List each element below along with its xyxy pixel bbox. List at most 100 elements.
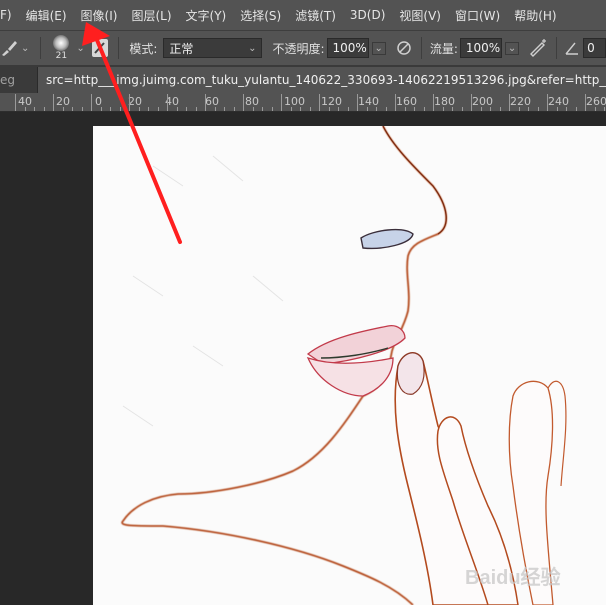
canvas-workspace[interactable]: Baidu经验: [0, 112, 606, 605]
mode-select[interactable]: 正常 ⌄: [163, 38, 263, 58]
airbrush-icon[interactable]: [528, 39, 548, 57]
document-tab-previous[interactable]: eg: [0, 67, 38, 93]
ruler-tick: [300, 107, 301, 111]
ruler-tick: [91, 94, 92, 111]
ruler-tick: [271, 107, 273, 111]
ruler-tick: [547, 94, 548, 111]
mode-label: 模式:: [129, 41, 158, 56]
ruler-label: 260: [586, 95, 606, 108]
ruler-tick: [328, 107, 330, 111]
angle-value: 0: [587, 41, 595, 55]
ruler-tick: [442, 107, 444, 111]
document-tab-active[interactable]: src=http___img.juimg.com_tuku_yulantu_14…: [38, 67, 606, 93]
menu-type[interactable]: 文字(Y): [179, 7, 234, 24]
document-canvas[interactable]: Baidu经验: [93, 126, 606, 605]
watermark-text: Baidu经验: [465, 565, 561, 589]
pressure-opacity-icon[interactable]: [395, 39, 413, 57]
ruler-tick: [338, 107, 339, 111]
ruler-tick: [528, 107, 529, 111]
ruler-tick: [290, 107, 292, 111]
ruler-label: 20: [128, 95, 142, 108]
ruler-tick: [34, 107, 35, 111]
ruler-tick: [72, 107, 73, 111]
divider: [420, 37, 422, 59]
ruler-tick: [376, 107, 377, 111]
ruler-tick: [262, 107, 263, 111]
ruler-tick: [490, 107, 491, 111]
menu-edit[interactable]: 编辑(E): [19, 7, 74, 24]
brush-tool-icon[interactable]: [0, 39, 18, 57]
opacity-label: 不透明度:: [272, 41, 325, 56]
menu-3d[interactable]: 3D(D): [343, 8, 392, 22]
ruler-tick: [186, 107, 187, 111]
ruler-tick: [43, 107, 45, 111]
document-tab-bar: eg src=http___img.juimg.com_tuku_yulantu…: [0, 65, 606, 93]
ruler-tick: [224, 107, 225, 111]
flow-value: 100%: [465, 41, 501, 55]
ruler-tick: [395, 94, 396, 111]
opacity-value: 100%: [332, 41, 367, 55]
ruler-tick: [452, 107, 453, 111]
ruler-tick: [480, 107, 482, 111]
ruler-tick: [594, 107, 596, 111]
ruler-label: 100: [284, 95, 305, 108]
ruler-tick: [53, 94, 54, 111]
ruler-label: 60: [205, 95, 219, 108]
ruler-tick: [252, 107, 254, 111]
ruler-tick: [15, 94, 16, 111]
ruler-tick: [62, 107, 64, 111]
ruler-tick: [404, 107, 406, 111]
ruler-tick: [423, 107, 425, 111]
chevron-down-icon[interactable]: ⌄: [21, 43, 29, 54]
divider: [40, 37, 42, 59]
menu-view[interactable]: 视图(V): [392, 7, 448, 24]
ruler-tick: [138, 107, 140, 111]
ruler-tick: [148, 107, 149, 111]
ruler-tick: [556, 107, 558, 111]
ruler-tick: [167, 94, 168, 111]
ruler-tick: [366, 107, 368, 111]
divider: [556, 37, 558, 59]
brush-tip-icon: [53, 35, 70, 51]
ruler-tick: [233, 107, 235, 111]
menu-help[interactable]: 帮助(H): [507, 7, 563, 24]
ruler-tick: [414, 107, 415, 111]
options-bar: ⌄ 21 ⌄ 模式: 正常 ⌄ 不透明度: 100% ⌄ 流量: 100% ⌄ …: [0, 30, 606, 65]
flow-label: 流量:: [429, 41, 458, 56]
brush-preset-picker[interactable]: 21: [49, 35, 73, 61]
ruler-tick: [575, 107, 577, 111]
divider: [118, 37, 120, 59]
chevron-down-icon[interactable]: ⌄: [76, 43, 84, 54]
ruler-tick: [471, 94, 472, 111]
menu-file[interactable]: F): [0, 8, 19, 22]
brush-panel-icon[interactable]: [91, 39, 109, 57]
menu-window[interactable]: 窗口(W): [448, 7, 507, 24]
horizontal-ruler: 40 20 0 20 40 60 80 100 120 140 160 180 …: [0, 93, 606, 112]
angle-input[interactable]: 0: [583, 38, 606, 58]
menu-filter[interactable]: 滤镜(T): [288, 7, 343, 24]
brush-size: 21: [55, 51, 68, 61]
ruler-tick: [385, 107, 387, 111]
menu-image[interactable]: 图像(I): [74, 7, 125, 24]
ruler-tick: [585, 94, 586, 111]
tab-label: eg: [0, 73, 15, 87]
ruler-tick: [81, 107, 83, 111]
ruler-tick: [309, 107, 311, 111]
chevron-down-icon: ⌄: [248, 42, 257, 54]
menu-select[interactable]: 选择(S): [233, 7, 288, 24]
opacity-input[interactable]: 100%: [326, 38, 369, 58]
menu-layer[interactable]: 图层(L): [124, 7, 178, 24]
ruler-tick: [205, 94, 206, 111]
flow-input[interactable]: 100%: [459, 38, 502, 58]
ruler-tick: [537, 107, 539, 111]
chevron-down-icon[interactable]: ⌄: [371, 41, 386, 55]
ruler-tick: [499, 107, 501, 111]
chevron-down-icon[interactable]: ⌄: [504, 41, 520, 55]
ruler-tick: [509, 94, 510, 111]
ruler-tick: [604, 107, 605, 111]
ruler-tick: [518, 107, 520, 111]
sketch-image: Baidu经验: [121, 126, 567, 605]
angle-icon: [565, 41, 579, 55]
ruler-tick: [319, 94, 320, 111]
tab-label: src=http___img.juimg.com_tuku_yulantu_14…: [46, 73, 606, 87]
